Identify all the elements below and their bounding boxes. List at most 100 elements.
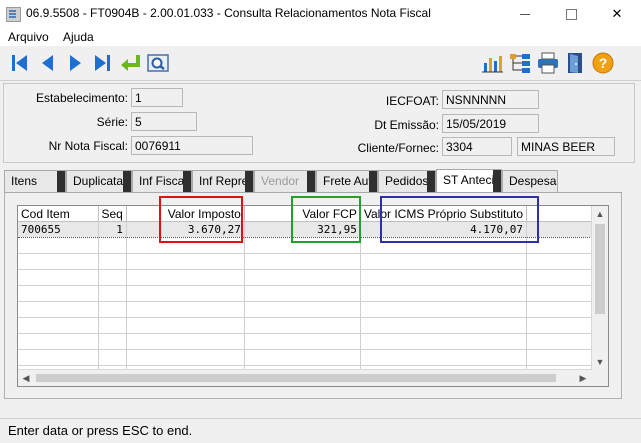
grid-table: Cod Item Seq Valor Imposto Valor FCP Val…: [18, 206, 606, 382]
menu-bar: Arquivo Ajuda: [0, 28, 641, 46]
empty-row: [18, 349, 606, 366]
tab-inf-repre-label: Inf Repre: [199, 174, 249, 188]
print-button[interactable]: [536, 51, 560, 75]
tab-vendor-label: Vendor: [261, 174, 300, 188]
tab-separator: [493, 170, 501, 193]
previous-icon: [42, 55, 53, 71]
previous-record-button[interactable]: [36, 51, 60, 75]
cell-valor-fcp[interactable]: 321,95: [244, 221, 361, 238]
tab-st-anteci[interactable]: ST Anteci: [436, 169, 502, 193]
empty-row: [18, 253, 606, 270]
estabelecimento-field[interactable]: 1: [131, 88, 183, 107]
print-icon: [538, 52, 558, 74]
vertical-scroll-thumb[interactable]: [595, 224, 605, 314]
tab-separator: [123, 171, 131, 192]
tab-pedidos[interactable]: Pedidos: [378, 170, 436, 192]
tab-frete-aut-label: Frete Aut: [323, 174, 372, 188]
help-icon: ?: [592, 52, 614, 74]
menu-ajuda[interactable]: Ajuda: [63, 30, 94, 44]
serie-field[interactable]: 5: [131, 112, 197, 131]
scroll-up-icon[interactable]: ▲: [592, 206, 608, 222]
tree-button[interactable]: [508, 51, 532, 75]
empty-row: [18, 333, 606, 350]
tab-despesas-label: Despesas: [509, 174, 558, 188]
iecfoat-field[interactable]: NSNNNNN: [442, 90, 539, 109]
first-icon: [12, 55, 27, 71]
cell-valor-imposto[interactable]: 3.670,27: [126, 221, 245, 238]
nr-nota-fiscal-field[interactable]: 0076911: [131, 136, 253, 155]
tab-itens-label: Itens: [11, 174, 38, 188]
scroll-right-icon[interactable]: ▶: [575, 370, 591, 386]
last-record-button[interactable]: [90, 51, 114, 75]
empty-row: [18, 269, 606, 286]
tab-content-panel: Cod Item Seq Valor Imposto Valor FCP Val…: [4, 192, 622, 399]
horizontal-scrollbar[interactable]: ◀ ▶: [18, 369, 591, 386]
exit-button[interactable]: [563, 51, 587, 75]
tab-separator: [307, 171, 315, 192]
search-icon: [147, 54, 169, 72]
search-button[interactable]: [146, 51, 170, 75]
horizontal-scroll-thumb[interactable]: [36, 374, 556, 382]
column-header-valor-imposto[interactable]: Valor Imposto: [126, 206, 245, 222]
next-record-button[interactable]: [63, 51, 87, 75]
goto-icon: [121, 55, 140, 71]
tab-inf-fiscais[interactable]: Inf Fiscais: [132, 170, 192, 192]
dt-emissao-label: Dt Emissão:: [374, 118, 439, 132]
title-bar: 06.9.5508 - FT0904B - 2.00.01.033 - Cons…: [0, 0, 641, 29]
chart-button[interactable]: [480, 51, 504, 75]
tab-itens[interactable]: Itens: [4, 170, 66, 192]
help-button[interactable]: ?: [591, 51, 615, 75]
maximize-button[interactable]: [548, 0, 594, 28]
cliente-fornec-label: Cliente/Fornec:: [357, 141, 439, 155]
exit-door-icon: [568, 53, 582, 73]
window-title: 06.9.5508 - FT0904B - 2.00.01.033 - Cons…: [26, 6, 431, 20]
toolbar: ?: [0, 46, 641, 81]
chart-icon: [482, 56, 503, 73]
tree-icon: [510, 54, 530, 73]
status-text: Enter data or press ESC to end.: [8, 423, 193, 438]
status-bar: Enter data or press ESC to end.: [0, 418, 641, 443]
tab-separator: [57, 171, 65, 192]
cell-seq[interactable]: 1: [98, 221, 127, 238]
cliente-code-field[interactable]: 3304: [442, 137, 512, 156]
first-record-button[interactable]: [8, 51, 32, 75]
close-icon: ✕: [611, 6, 623, 21]
menu-arquivo[interactable]: Arquivo: [8, 30, 49, 44]
tab-separator: [183, 171, 191, 192]
tab-separator: [245, 171, 253, 192]
estabelecimento-label: Estabelecimento:: [35, 91, 128, 105]
tab-duplicata[interactable]: Duplicata: [66, 170, 132, 192]
table-row[interactable]: 700655 1 3.670,27 321,95 4.170,07: [18, 221, 606, 238]
tab-duplicata-label: Duplicata: [73, 174, 124, 188]
column-header-cod-item[interactable]: Cod Item: [18, 206, 99, 222]
goto-button[interactable]: [118, 51, 142, 75]
tab-st-anteci-label: ST Anteci: [443, 173, 495, 187]
cell-cod-item[interactable]: 700655: [18, 221, 99, 238]
column-header-seq[interactable]: Seq: [98, 206, 127, 222]
last-icon: [95, 55, 110, 71]
tab-despesas[interactable]: Despesas: [502, 170, 558, 192]
minimize-icon: [520, 14, 530, 16]
cliente-name-field[interactable]: MINAS BEER: [517, 137, 615, 156]
empty-row: [18, 237, 606, 254]
tab-inf-repre[interactable]: Inf Repre: [192, 170, 254, 192]
tab-separator: [369, 171, 377, 192]
vertical-scrollbar[interactable]: ▲ ▼: [591, 206, 608, 370]
minimize-button[interactable]: [502, 0, 548, 28]
column-header-valor-icms-proprio-substituto[interactable]: Valor ICMS Próprio Substituto: [360, 206, 528, 222]
scroll-down-icon[interactable]: ▼: [592, 354, 608, 370]
tab-frete-aut[interactable]: Frete Aut: [316, 170, 378, 192]
close-button[interactable]: ✕: [594, 0, 640, 28]
cell-valor-icms[interactable]: 4.170,07: [360, 221, 528, 238]
column-header-valor-fcp[interactable]: Valor FCP: [244, 206, 361, 222]
nr-nota-fiscal-label: Nr Nota Fiscal:: [48, 139, 128, 153]
scroll-left-icon[interactable]: ◀: [18, 370, 34, 386]
st-anteci-grid[interactable]: Cod Item Seq Valor Imposto Valor FCP Val…: [17, 205, 609, 387]
empty-row: [18, 317, 606, 334]
dt-emissao-field[interactable]: 15/05/2019: [442, 114, 539, 133]
tab-vendor: Vendor: [254, 170, 316, 192]
tab-pedidos-label: Pedidos: [385, 174, 429, 188]
scroll-corner: [591, 370, 608, 386]
next-icon: [70, 55, 81, 71]
serie-label: Série:: [96, 115, 128, 129]
